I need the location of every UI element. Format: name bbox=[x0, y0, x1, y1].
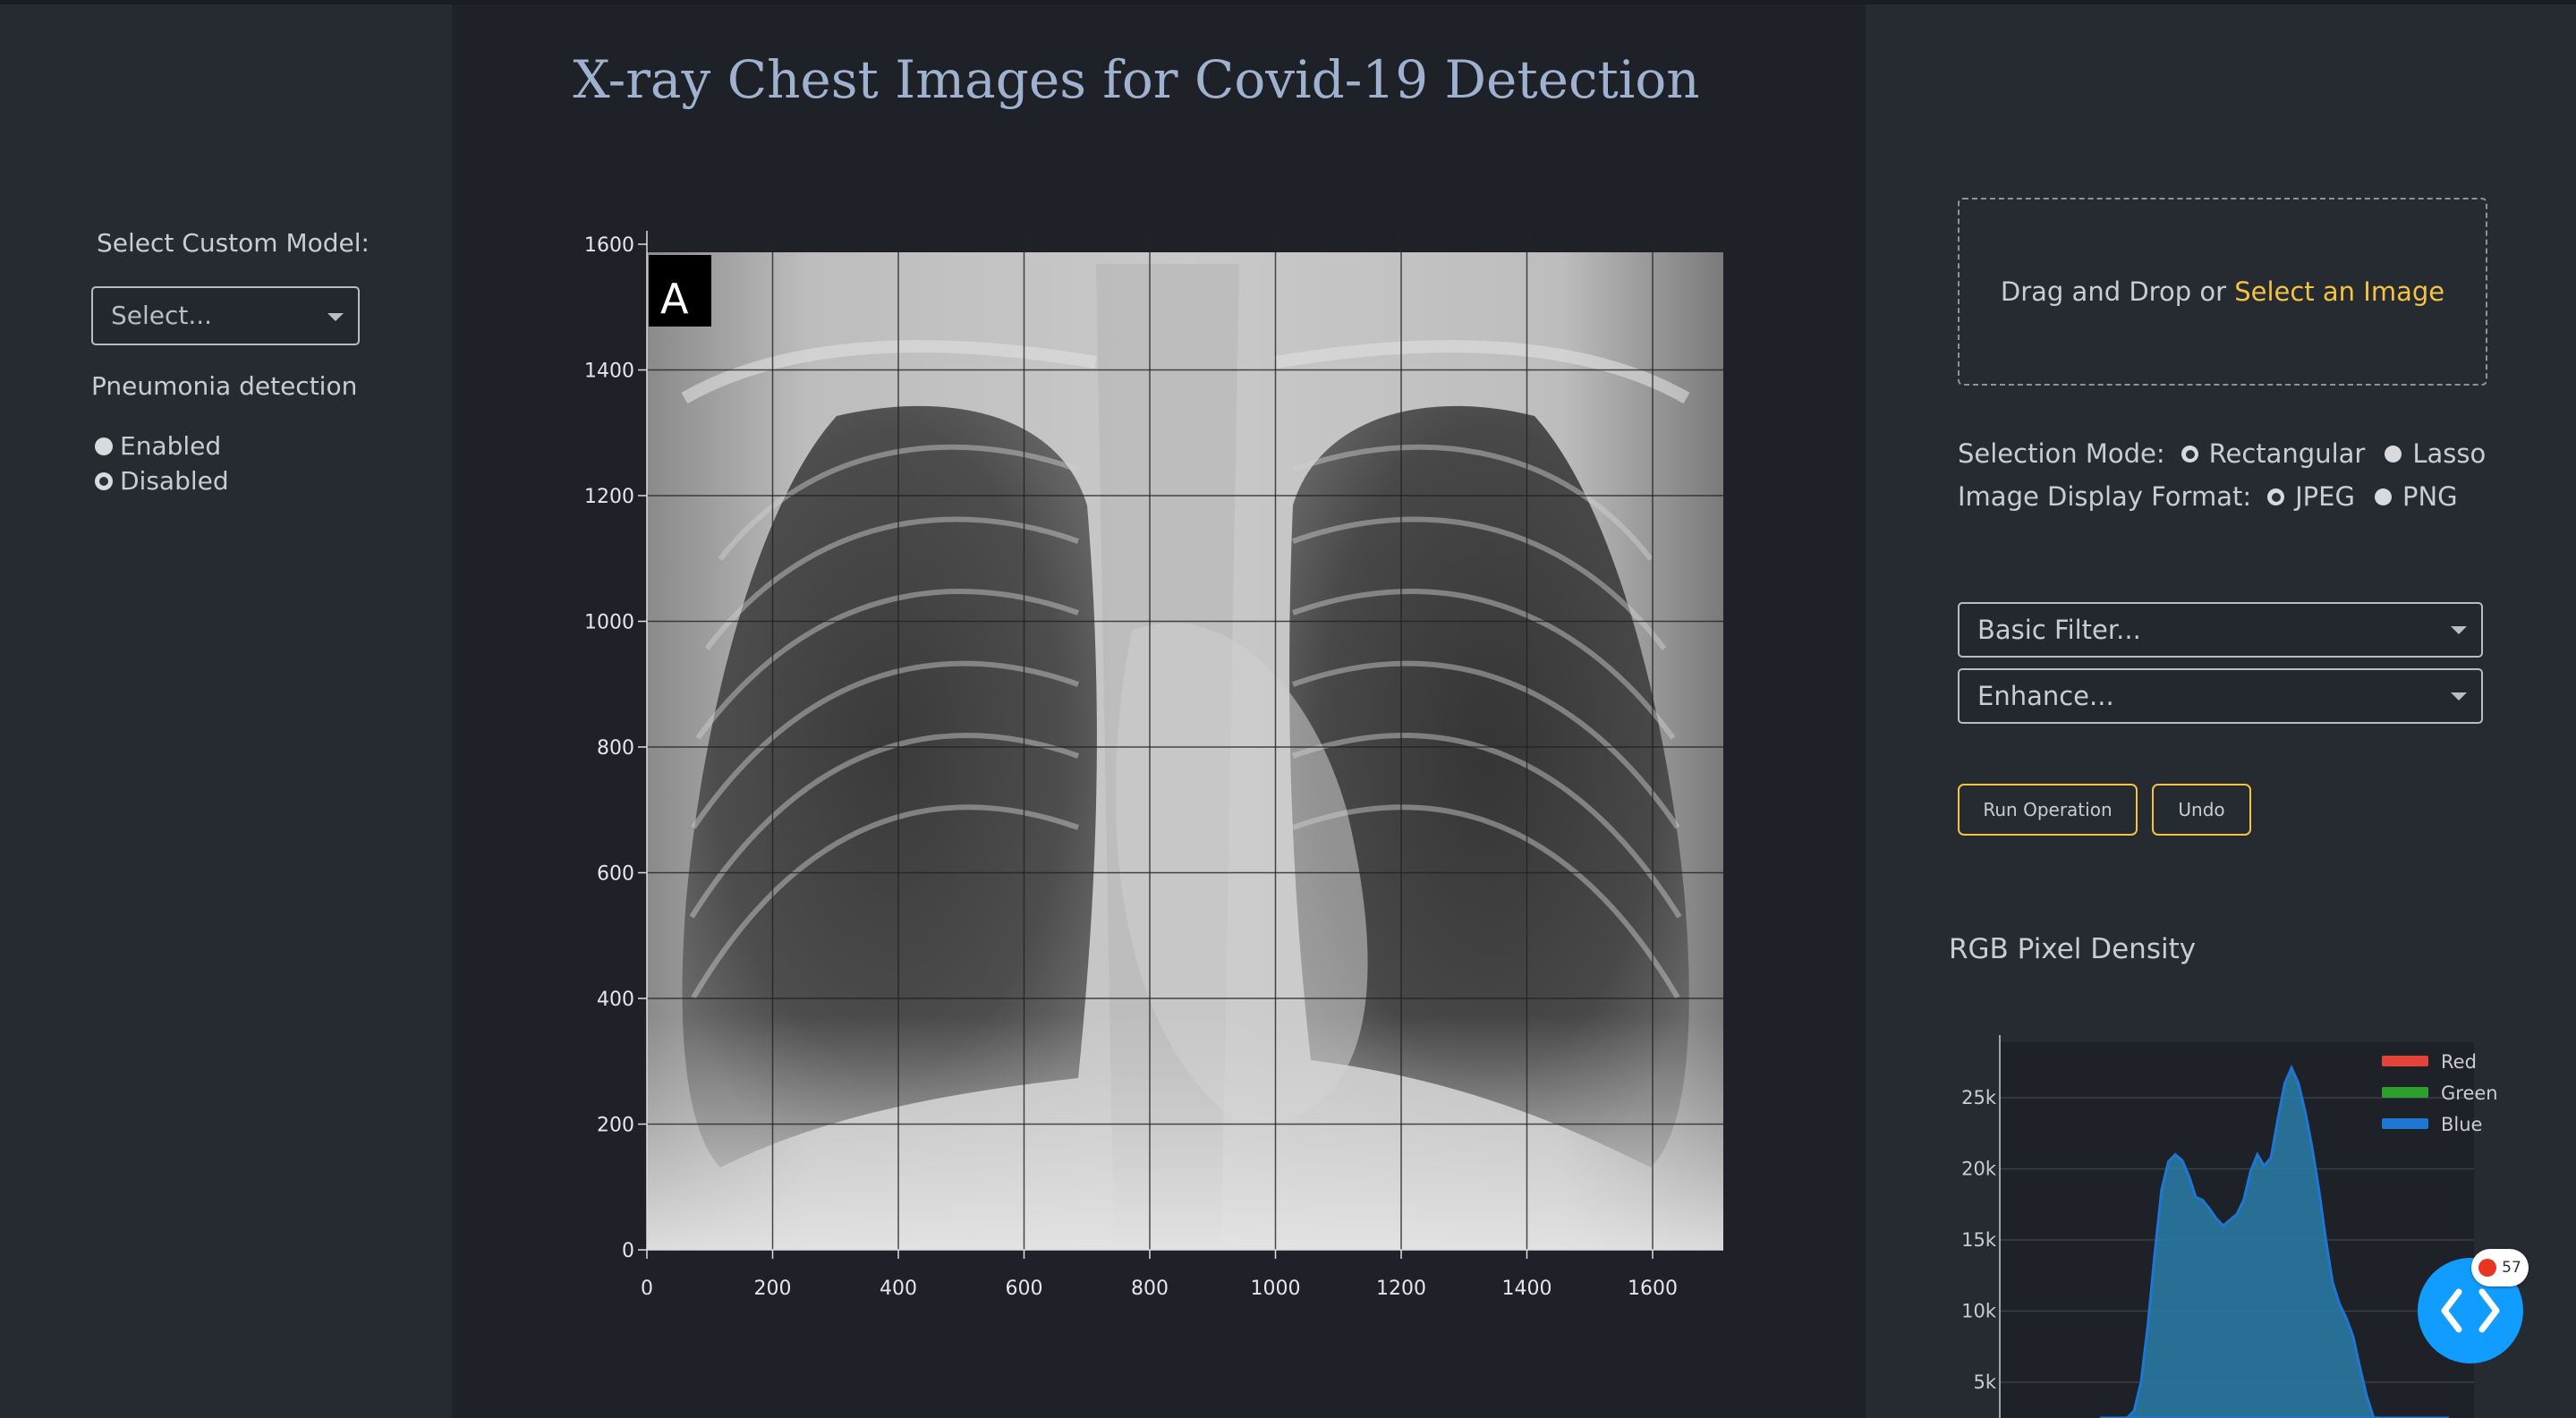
legend-swatch-blue bbox=[2382, 1118, 2428, 1129]
pneumonia-enabled-radio[interactable]: Enabled bbox=[95, 431, 221, 461]
pneumonia-disabled-label: Disabled bbox=[120, 466, 229, 496]
x-tick-label: 600 bbox=[1006, 1278, 1043, 1300]
legend-swatch-red bbox=[2382, 1056, 2428, 1066]
y-tick-label: 1400 bbox=[584, 361, 634, 383]
chart-y-tick-label: 25k bbox=[1961, 1087, 1997, 1108]
main-panel: X-ray Chest Images for Covid-19 Detectio… bbox=[452, 4, 1866, 1418]
y-tick-label: 0 bbox=[622, 1240, 634, 1262]
debug-error-badge[interactable]: 57 bbox=[2471, 1249, 2529, 1286]
error-dot-icon bbox=[2478, 1259, 2497, 1277]
x-tick-label: 400 bbox=[880, 1278, 917, 1300]
legend-label-red: Red bbox=[2441, 1051, 2477, 1073]
model-select-value: Select... bbox=[111, 301, 213, 330]
x-tick-label: 1000 bbox=[1251, 1278, 1301, 1300]
y-tick-label: 800 bbox=[597, 737, 634, 760]
x-tick-label: 1400 bbox=[1502, 1278, 1552, 1300]
y-tick-label: 200 bbox=[597, 1115, 634, 1137]
x-tick-label: 1200 bbox=[1376, 1278, 1426, 1300]
y-tick-label: 1600 bbox=[584, 234, 634, 257]
right-sidebar: Drag and Drop or Select an Image Selecti… bbox=[1866, 4, 2576, 1418]
pneumonia-detection-label: Pneumonia detection bbox=[91, 371, 358, 401]
chart-y-ticks: 5k 10k 15k 20k 25k bbox=[1961, 1087, 1997, 1393]
rgb-density-chart[interactable]: 5k 10k 15k 20k 25k Red Green Blue bbox=[1866, 4, 2576, 1418]
legend-label-blue: Blue bbox=[2441, 1114, 2482, 1135]
radio-icon bbox=[95, 437, 113, 455]
xray-image-graph[interactable]: A 0 200 400 600 800 1000 1200 1400 1600 0 200 400 60… bbox=[452, 4, 1866, 1418]
x-tick-label: 200 bbox=[754, 1278, 792, 1300]
model-select-dropdown[interactable]: Select... bbox=[91, 286, 360, 345]
chart-y-tick-label: 20k bbox=[1961, 1159, 1997, 1180]
left-sidebar: Select Custom Model: Select... Pneumonia… bbox=[0, 4, 452, 1418]
chart-y-tick-label: 10k bbox=[1961, 1301, 1997, 1322]
debug-error-count: 57 bbox=[2502, 1259, 2521, 1277]
xray-corner-label: A bbox=[660, 275, 689, 323]
y-tick-label: 1000 bbox=[584, 612, 634, 634]
y-tick-label: 600 bbox=[597, 863, 634, 886]
y-tick-label: 1200 bbox=[584, 486, 634, 508]
xray-image: A bbox=[647, 252, 1723, 1250]
legend-label-green: Green bbox=[2441, 1083, 2498, 1104]
x-tick-label: 1600 bbox=[1628, 1278, 1678, 1300]
model-select-label: Select Custom Model: bbox=[97, 228, 370, 258]
pneumonia-enabled-label: Enabled bbox=[120, 431, 222, 461]
radio-checked-icon bbox=[95, 471, 113, 490]
x-tick-label: 0 bbox=[641, 1278, 653, 1300]
chart-y-tick-label: 15k bbox=[1961, 1229, 1997, 1251]
pneumonia-disabled-radio[interactable]: Disabled bbox=[95, 466, 229, 496]
x-tick-label: 800 bbox=[1131, 1278, 1169, 1300]
chevron-down-icon bbox=[327, 313, 344, 321]
legend-swatch-green bbox=[2382, 1087, 2428, 1098]
chart-y-tick-label: 5k bbox=[1973, 1371, 1996, 1393]
y-tick-label: 400 bbox=[597, 989, 634, 1011]
